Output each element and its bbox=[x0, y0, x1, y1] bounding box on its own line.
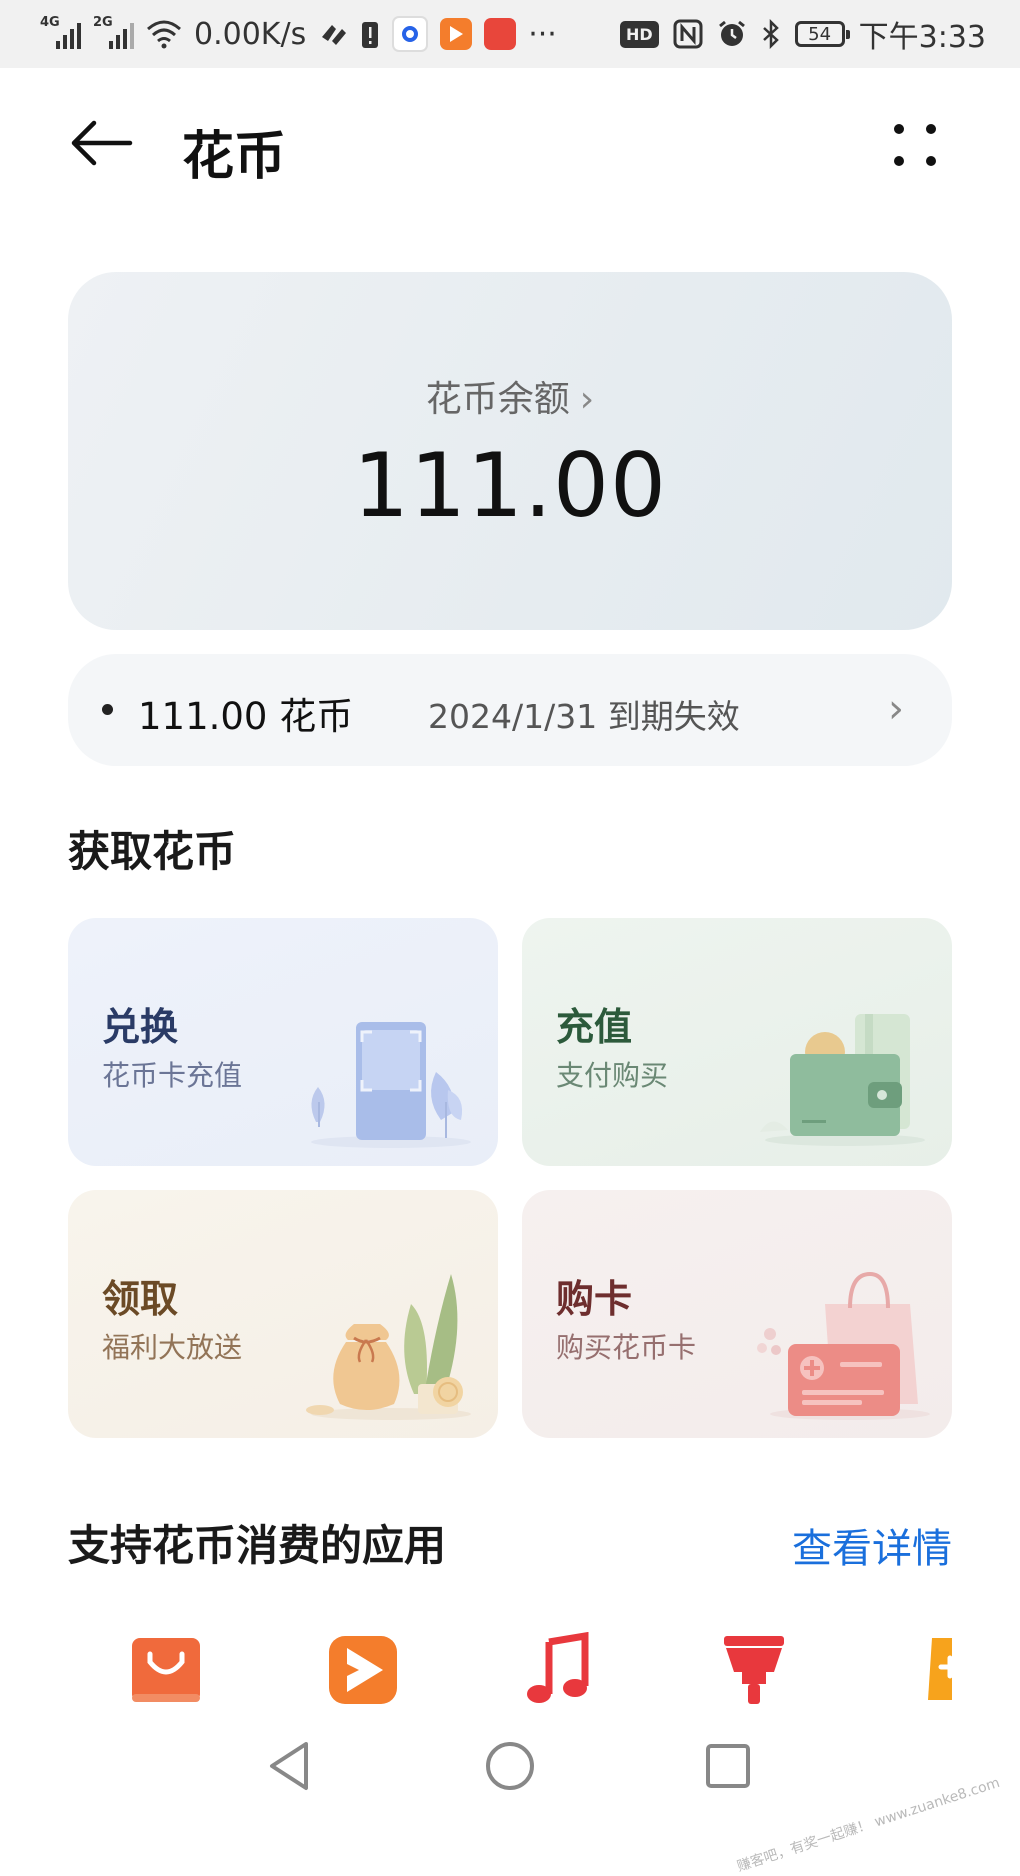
link-icon bbox=[322, 25, 347, 45]
clock-time: 下午3:33 bbox=[858, 20, 986, 55]
shopping-bag-icon bbox=[132, 1638, 200, 1702]
page-title: 花币 bbox=[182, 127, 287, 187]
battery-icon: 54 bbox=[794, 21, 850, 47]
wallet-icon bbox=[760, 1014, 925, 1146]
balance-amount: 111.00 bbox=[353, 434, 667, 537]
signal-2g-icon: 2G bbox=[93, 15, 134, 49]
tile-title: 充值 bbox=[556, 1005, 633, 1049]
music-note-icon bbox=[527, 1631, 589, 1703]
exchange-card-icon bbox=[311, 1022, 471, 1148]
bullet-icon bbox=[102, 704, 113, 715]
network-speed: 0.00K/s bbox=[194, 16, 307, 52]
expiry-date: 2024/1/31 到期失效 bbox=[428, 697, 740, 736]
earn-section-title: 获取花币 bbox=[68, 827, 237, 876]
more-options-button[interactable] bbox=[890, 120, 940, 170]
exchange-tile[interactable]: 兑换 花币卡充值 bbox=[68, 918, 498, 1166]
notification-app-icon-1 bbox=[392, 16, 429, 52]
app-game[interactable] bbox=[910, 1632, 952, 1708]
notification-shopping-app-icon bbox=[484, 18, 517, 50]
video-play-icon bbox=[329, 1636, 397, 1704]
nav-back-button[interactable] bbox=[262, 1738, 318, 1794]
expiry-row[interactable]: 111.00 花币 2024/1/31 到期失效 › bbox=[68, 654, 952, 766]
tile-title: 领取 bbox=[102, 1277, 179, 1321]
tile-title: 购卡 bbox=[556, 1277, 633, 1321]
tile-subtitle: 支付购买 bbox=[556, 1059, 669, 1092]
balance-label-row[interactable]: 花币余额 › bbox=[68, 370, 952, 422]
game-icon bbox=[928, 1638, 952, 1700]
tile-subtitle: 购买花币卡 bbox=[556, 1331, 697, 1364]
wifi-icon bbox=[147, 20, 181, 49]
money-bag-icon bbox=[306, 1274, 471, 1420]
alarm-icon bbox=[718, 20, 745, 46]
square-recents-icon bbox=[706, 1744, 750, 1788]
network-type-1: 4G bbox=[40, 15, 60, 30]
app-music[interactable] bbox=[519, 1631, 595, 1708]
more-dots-icon bbox=[894, 124, 904, 134]
storage-alert-icon bbox=[362, 22, 379, 48]
gift-card-icon bbox=[757, 1271, 930, 1420]
more-notifications-icon: ··· bbox=[528, 16, 557, 52]
view-details-link[interactable]: 查看详情 bbox=[792, 1516, 952, 1574]
tile-subtitle: 福利大放送 bbox=[102, 1331, 243, 1364]
circle-home-icon bbox=[486, 1742, 534, 1790]
system-nav-bar bbox=[0, 1720, 1020, 1813]
chevron-right-icon: › bbox=[579, 379, 595, 420]
nfc-icon bbox=[673, 19, 703, 49]
theme-brush-icon bbox=[724, 1636, 784, 1704]
hd-voice-icon: HD bbox=[619, 20, 659, 48]
network-type-2: 2G bbox=[93, 15, 113, 30]
balance-label: 花币余额 bbox=[425, 379, 570, 420]
app-header: 花币 bbox=[0, 68, 1020, 228]
claim-tile[interactable]: 领取 福利大放送 bbox=[68, 1190, 498, 1438]
tile-title: 兑换 bbox=[102, 1005, 179, 1049]
buy-card-tile[interactable]: 购卡 购买花币卡 bbox=[522, 1190, 952, 1438]
tile-subtitle: 花币卡充值 bbox=[102, 1059, 243, 1092]
nav-recents-button[interactable] bbox=[700, 1738, 756, 1794]
bluetooth-icon bbox=[762, 19, 779, 49]
app-themes[interactable] bbox=[716, 1632, 792, 1708]
signal-4g-icon: 4G bbox=[40, 15, 81, 49]
status-bar: 4G 2G 0.00K/s ··· HD 54 下午3:33 bbox=[0, 0, 1020, 68]
recharge-tile[interactable]: 充值 支付购买 bbox=[522, 918, 952, 1166]
triangle-back-icon bbox=[270, 1742, 308, 1790]
chevron-right-icon: › bbox=[888, 686, 904, 732]
battery-level: 54 bbox=[808, 23, 832, 45]
apps-section-title: 支持花币消费的应用 bbox=[68, 1521, 447, 1570]
notification-video-app-icon bbox=[440, 18, 473, 50]
back-button[interactable] bbox=[66, 118, 136, 168]
app-video[interactable] bbox=[325, 1632, 401, 1708]
balance-card[interactable]: 花币余额 › 111.00 bbox=[68, 272, 952, 630]
nav-home-button[interactable] bbox=[482, 1738, 538, 1794]
back-arrow-icon bbox=[71, 120, 133, 166]
expiry-amount: 111.00 花币 bbox=[138, 695, 354, 738]
app-shopping[interactable] bbox=[128, 1632, 204, 1708]
